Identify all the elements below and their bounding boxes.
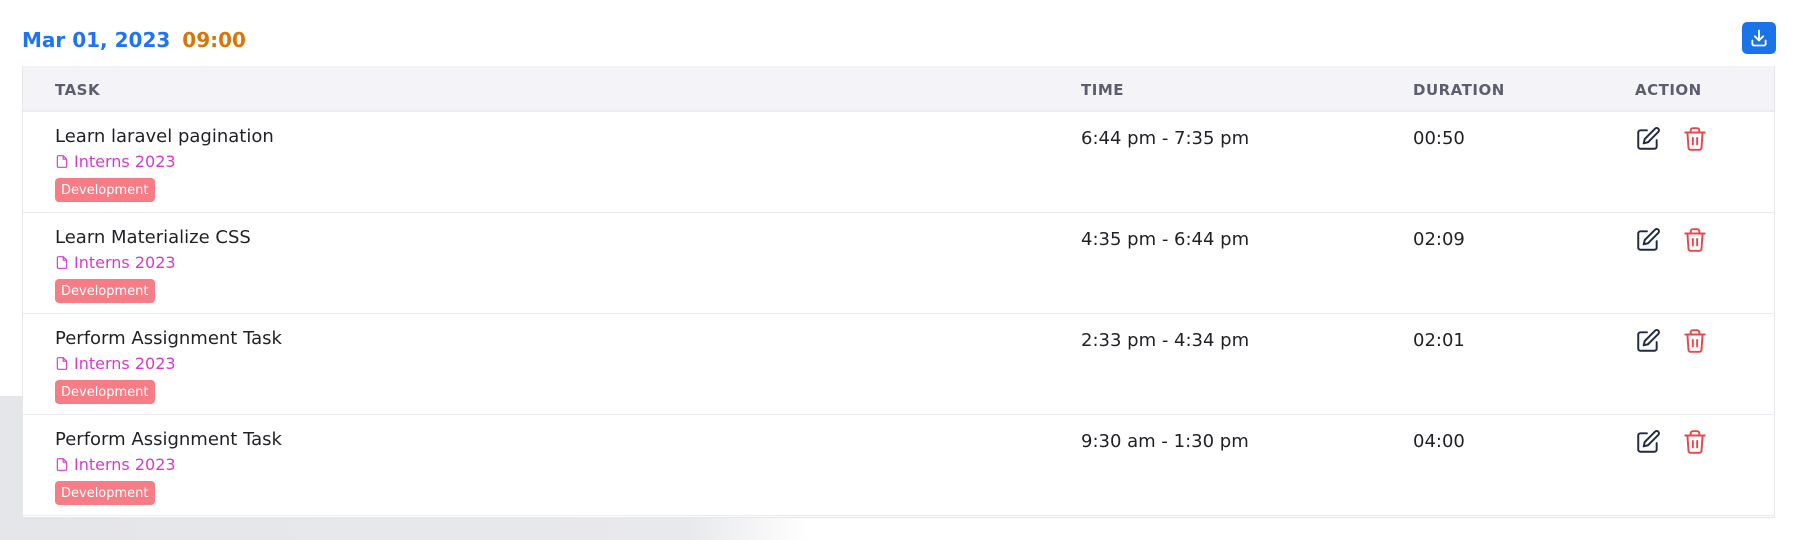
- time-range: 6:44 pm - 7:35 pm: [1081, 128, 1250, 149]
- delete-button[interactable]: [1682, 429, 1708, 455]
- download-button[interactable]: [1742, 22, 1776, 54]
- column-header-duration: DURATION: [1413, 81, 1505, 99]
- edit-icon: [1637, 329, 1660, 352]
- table-row: Perform Assignment Task Interns 2023 Dev…: [23, 314, 1774, 415]
- delete-button[interactable]: [1682, 328, 1708, 354]
- project-label: Interns 2023: [74, 354, 176, 373]
- table-row: Learn laravel pagination Interns 2023 De…: [23, 112, 1774, 213]
- project-link[interactable]: Interns 2023: [55, 152, 176, 171]
- task-title: Learn Materialize CSS: [55, 227, 251, 248]
- tag-badge: Development: [55, 178, 155, 202]
- file-icon: [56, 155, 68, 168]
- file-icon: [56, 458, 68, 471]
- delete-button[interactable]: [1682, 126, 1708, 152]
- table-row: Learn Materialize CSS Interns 2023 Devel…: [23, 213, 1774, 314]
- project-label: Interns 2023: [74, 152, 176, 171]
- delete-button[interactable]: [1682, 227, 1708, 253]
- time-range: 9:30 am - 1:30 pm: [1081, 431, 1249, 452]
- edit-icon: [1637, 228, 1660, 251]
- duration-value: 02:01: [1413, 330, 1465, 351]
- task-title: Learn laravel pagination: [55, 126, 274, 147]
- project-link[interactable]: Interns 2023: [55, 253, 176, 272]
- tag-badge: Development: [55, 380, 155, 404]
- table-header: TASK TIME DURATION ACTION: [23, 66, 1774, 112]
- duration-value: 04:00: [1413, 431, 1465, 452]
- trash-icon: [1684, 127, 1706, 151]
- task-title: Perform Assignment Task: [55, 429, 282, 450]
- table-row: Perform Assignment Task Interns 2023 Dev…: [23, 415, 1774, 516]
- edit-button[interactable]: [1635, 126, 1661, 152]
- timesheet-panel: Mar 01, 2023 09:00 TASK TIME DURATION AC…: [0, 0, 1797, 540]
- project-label: Interns 2023: [74, 455, 176, 474]
- task-table: TASK TIME DURATION ACTION Learn laravel …: [22, 66, 1775, 518]
- column-header-time: TIME: [1081, 81, 1124, 99]
- edit-button[interactable]: [1635, 429, 1661, 455]
- duration-value: 02:09: [1413, 229, 1465, 250]
- column-header-action: ACTION: [1635, 81, 1702, 99]
- project-label: Interns 2023: [74, 253, 176, 272]
- date-label: Mar 01, 2023: [22, 28, 171, 52]
- duration-value: 00:50: [1413, 128, 1465, 149]
- trash-icon: [1684, 430, 1706, 454]
- time-range: 2:33 pm - 4:34 pm: [1081, 330, 1250, 351]
- trash-icon: [1684, 228, 1706, 252]
- file-icon: [56, 357, 68, 370]
- edit-icon: [1637, 127, 1660, 150]
- tag-badge: Development: [55, 481, 155, 505]
- edit-icon: [1637, 430, 1660, 453]
- task-title: Perform Assignment Task: [55, 328, 282, 349]
- time-range: 4:35 pm - 6:44 pm: [1081, 229, 1250, 250]
- project-link[interactable]: Interns 2023: [55, 455, 176, 474]
- download-icon: [1751, 29, 1767, 47]
- date-header: Mar 01, 2023 09:00: [22, 26, 246, 54]
- file-icon: [56, 256, 68, 269]
- total-time-label: 09:00: [182, 28, 246, 52]
- tag-badge: Development: [55, 279, 155, 303]
- edit-button[interactable]: [1635, 328, 1661, 354]
- column-header-task: TASK: [55, 81, 101, 99]
- edit-button[interactable]: [1635, 227, 1661, 253]
- project-link[interactable]: Interns 2023: [55, 354, 176, 373]
- trash-icon: [1684, 329, 1706, 353]
